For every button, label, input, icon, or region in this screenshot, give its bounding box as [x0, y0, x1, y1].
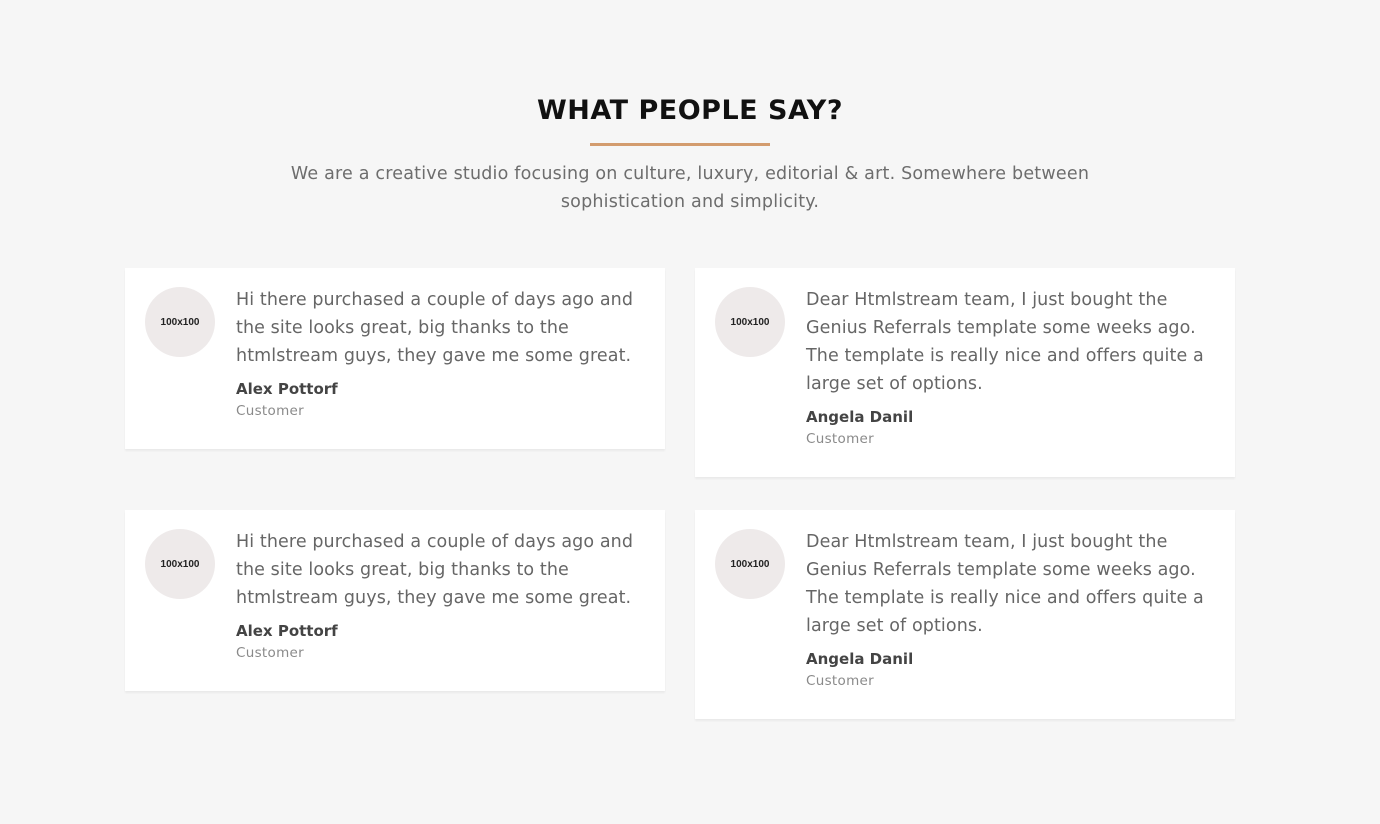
testimonial-role: Customer — [806, 673, 874, 689]
title-underline — [590, 143, 770, 146]
testimonial-card: 100x100 Dear Htmlstream team, I just bou… — [695, 268, 1235, 477]
testimonial-author: Alex Pottorf — [236, 622, 338, 640]
testimonial-author: Angela Danil — [806, 408, 914, 426]
testimonial-card: 100x100 Dear Htmlstream team, I just bou… — [695, 510, 1235, 719]
testimonial-card: 100x100 Hi there purchased a couple of d… — [125, 510, 665, 691]
testimonial-quote: Dear Htmlstream team, I just bought the … — [806, 532, 1204, 636]
testimonial-quote: Dear Htmlstream team, I just bought the … — [806, 290, 1204, 394]
testimonial-content: Dear Htmlstream team, I just bought the … — [806, 286, 1218, 449]
testimonial-author: Alex Pottorf — [236, 380, 338, 398]
avatar: 100x100 — [145, 529, 215, 599]
testimonial-author: Angela Danil — [806, 650, 914, 668]
testimonial-quote: Hi there purchased a couple of days ago … — [236, 532, 634, 608]
testimonial-content: Dear Htmlstream team, I just bought the … — [806, 528, 1218, 691]
avatar: 100x100 — [715, 287, 785, 357]
testimonial-role: Customer — [806, 431, 874, 447]
section-title: WHAT PEOPLE SAY? — [537, 95, 843, 126]
avatar: 100x100 — [145, 287, 215, 357]
testimonial-card: 100x100 Hi there purchased a couple of d… — [125, 268, 665, 449]
testimonial-role: Customer — [236, 645, 304, 661]
testimonial-role: Customer — [236, 403, 304, 419]
testimonial-content: Hi there purchased a couple of days ago … — [236, 286, 648, 421]
testimonial-content: Hi there purchased a couple of days ago … — [236, 528, 648, 663]
section-intro: We are a creative studio focusing on cul… — [290, 164, 1090, 212]
testimonial-quote: Hi there purchased a couple of days ago … — [236, 290, 634, 366]
avatar: 100x100 — [715, 529, 785, 599]
